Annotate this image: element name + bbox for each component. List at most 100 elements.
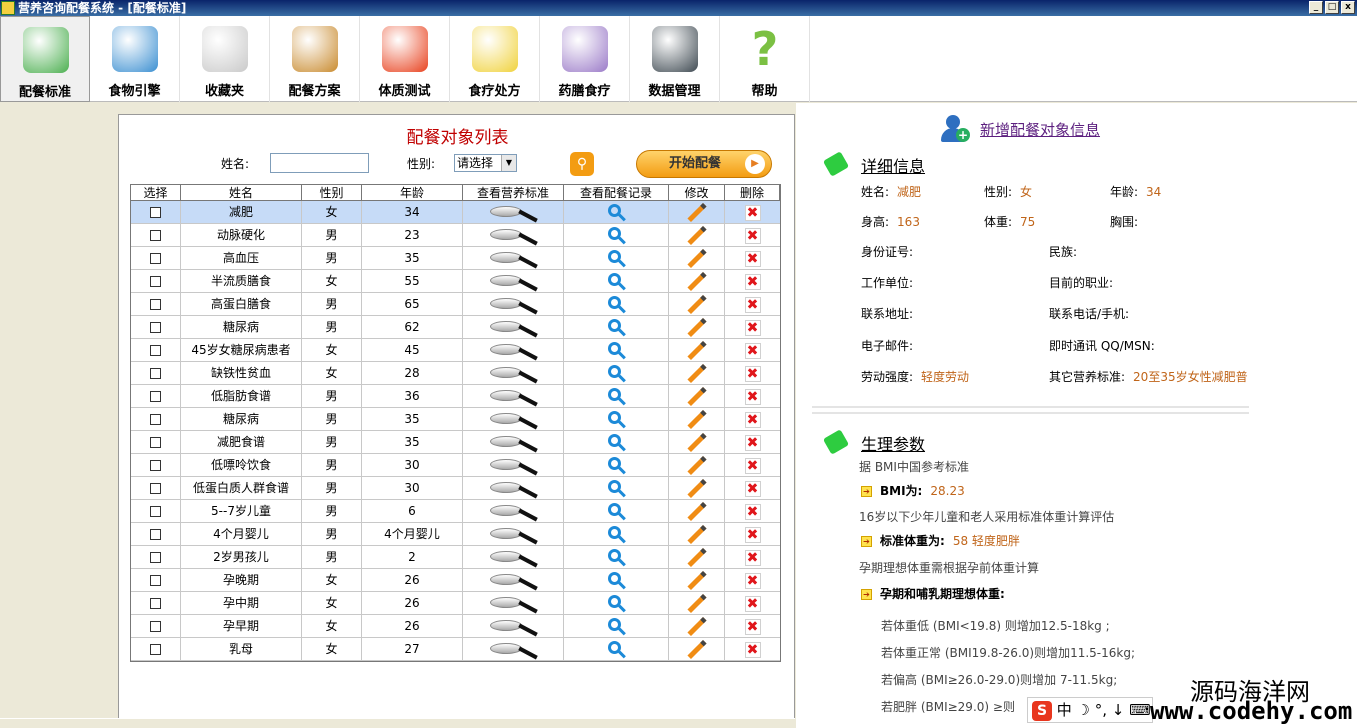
name-search-input[interactable] [270, 153, 369, 173]
magnifier-icon[interactable] [488, 410, 538, 430]
table-row[interactable]: 孕早期女 26 ✖ [131, 615, 780, 638]
ime-toolbar[interactable]: S 中 ☽ °, ↓ ⌨ [1027, 697, 1153, 723]
table-row[interactable]: 缺铁性贫血女 28 ✖ [131, 362, 780, 385]
table-row[interactable]: 低脂肪食谱男 36 ✖ [131, 385, 780, 408]
delete-icon[interactable]: ✖ [744, 388, 761, 405]
pencil-icon[interactable] [686, 386, 707, 407]
column-header[interactable]: 年龄 [362, 185, 463, 200]
row-checkbox[interactable] [150, 437, 161, 448]
delete-icon[interactable]: ✖ [744, 273, 761, 290]
delete-icon[interactable]: ✖ [744, 296, 761, 313]
table-row[interactable]: 半流质膳食女 55 ✖ [131, 270, 780, 293]
pencil-icon[interactable] [686, 455, 707, 476]
minimize-button[interactable]: _ [1309, 1, 1323, 14]
magnifier-icon[interactable] [488, 295, 538, 315]
search-icon[interactable] [606, 548, 626, 568]
delete-icon[interactable]: ✖ [744, 480, 761, 497]
start-meal-plan-button[interactable]: 开始配餐 ▶ [636, 150, 772, 178]
toolbar-button-0[interactable]: 配餐标准 [0, 16, 90, 102]
column-header[interactable]: 删除 [725, 185, 780, 200]
column-header[interactable]: 查看营养标准 [463, 185, 564, 200]
row-checkbox[interactable] [150, 414, 161, 425]
search-icon[interactable] [606, 318, 626, 338]
close-button[interactable]: x [1341, 1, 1355, 14]
table-row[interactable]: 糖尿病男 62 ✖ [131, 316, 780, 339]
pencil-icon[interactable] [686, 271, 707, 292]
magnifier-icon[interactable] [488, 479, 538, 499]
table-row[interactable]: 低蛋白质人群食谱男 30 ✖ [131, 477, 780, 500]
magnifier-icon[interactable] [488, 364, 538, 384]
pencil-icon[interactable] [686, 432, 707, 453]
table-row[interactable]: 45岁女糖尿病患者女 45 ✖ [131, 339, 780, 362]
search-icon[interactable] [606, 203, 626, 223]
row-checkbox[interactable] [150, 552, 161, 563]
pencil-icon[interactable] [686, 225, 707, 246]
delete-icon[interactable]: ✖ [744, 618, 761, 635]
search-icon[interactable] [606, 226, 626, 246]
search-button[interactable]: ⚲ [570, 152, 594, 176]
delete-icon[interactable]: ✖ [744, 526, 761, 543]
pencil-icon[interactable] [686, 202, 707, 223]
row-checkbox[interactable] [150, 483, 161, 494]
row-checkbox[interactable] [150, 276, 161, 287]
row-checkbox[interactable] [150, 322, 161, 333]
search-icon[interactable] [606, 272, 626, 292]
magnifier-icon[interactable] [488, 433, 538, 453]
pencil-icon[interactable] [686, 409, 707, 430]
row-checkbox[interactable] [150, 253, 161, 264]
table-row[interactable]: 5--7岁儿童男 6 ✖ [131, 500, 780, 523]
table-row[interactable]: 高血压男 35 ✖ [131, 247, 780, 270]
magnifier-icon[interactable] [488, 249, 538, 269]
row-checkbox[interactable] [150, 345, 161, 356]
pencil-icon[interactable] [686, 639, 707, 660]
magnifier-icon[interactable] [488, 502, 538, 522]
magnifier-icon[interactable] [488, 548, 538, 568]
search-icon[interactable] [606, 571, 626, 591]
magnifier-icon[interactable] [488, 387, 538, 407]
row-checkbox[interactable] [150, 230, 161, 241]
search-icon[interactable] [606, 341, 626, 361]
pencil-icon[interactable] [686, 248, 707, 269]
magnifier-icon[interactable] [488, 525, 538, 545]
search-icon[interactable] [606, 525, 626, 545]
search-icon[interactable] [606, 387, 626, 407]
row-checkbox[interactable] [150, 644, 161, 655]
table-row[interactable]: 低嘌呤饮食男 30 ✖ [131, 454, 780, 477]
column-header[interactable]: 查看配餐记录 [564, 185, 669, 200]
row-checkbox[interactable] [150, 529, 161, 540]
row-checkbox[interactable] [150, 368, 161, 379]
delete-icon[interactable]: ✖ [744, 365, 761, 382]
magnifier-icon[interactable] [488, 203, 538, 223]
table-row[interactable]: 乳母女 27 ✖ [131, 638, 780, 661]
search-icon[interactable] [606, 456, 626, 476]
pencil-icon[interactable] [686, 340, 707, 361]
gender-select[interactable]: 请选择 ▼ [454, 154, 517, 172]
delete-icon[interactable]: ✖ [744, 457, 761, 474]
column-header[interactable]: 修改 [669, 185, 725, 200]
delete-icon[interactable]: ✖ [744, 319, 761, 336]
maximize-button[interactable]: □ [1325, 1, 1339, 14]
search-icon[interactable] [606, 640, 626, 660]
table-row[interactable]: 孕晚期女 26 ✖ [131, 569, 780, 592]
table-row[interactable]: 孕中期女 26 ✖ [131, 592, 780, 615]
delete-icon[interactable]: ✖ [744, 342, 761, 359]
delete-icon[interactable]: ✖ [744, 595, 761, 612]
pencil-icon[interactable] [686, 478, 707, 499]
row-checkbox[interactable] [150, 391, 161, 402]
delete-icon[interactable]: ✖ [744, 434, 761, 451]
row-checkbox[interactable] [150, 621, 161, 632]
search-icon[interactable] [606, 433, 626, 453]
magnifier-icon[interactable] [488, 594, 538, 614]
search-icon[interactable] [606, 594, 626, 614]
row-checkbox[interactable] [150, 598, 161, 609]
table-row[interactable]: 2岁男孩儿男 2 ✖ [131, 546, 780, 569]
pencil-icon[interactable] [686, 570, 707, 591]
toolbar-button-8[interactable]: ? 帮助 [720, 16, 810, 102]
add-client-link[interactable]: 新增配餐对象信息 [980, 119, 1100, 140]
column-header[interactable]: 姓名 [181, 185, 302, 200]
row-checkbox[interactable] [150, 506, 161, 517]
pencil-icon[interactable] [686, 501, 707, 522]
toolbar-button-7[interactable]: 数据管理 [630, 16, 720, 102]
delete-icon[interactable]: ✖ [744, 227, 761, 244]
chevron-down-icon[interactable]: ▼ [501, 155, 516, 171]
